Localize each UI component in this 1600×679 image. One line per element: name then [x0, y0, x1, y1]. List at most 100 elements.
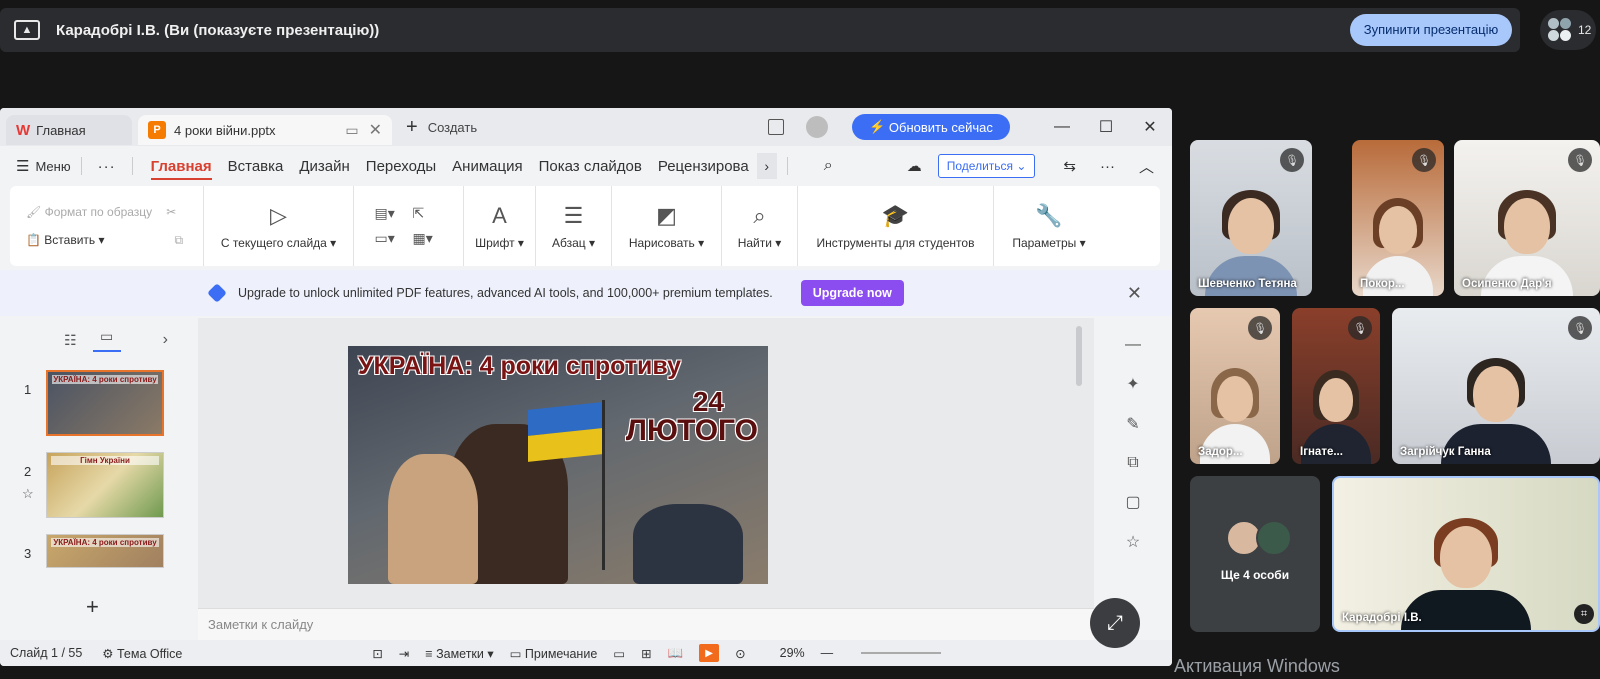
figure-rescuers	[633, 504, 743, 584]
tab-review[interactable]: Рецензирова	[658, 158, 749, 175]
favorite-star-icon[interactable]: ☆	[1126, 532, 1140, 552]
slide-canvas[interactable]: УКРАЇНА: 4 роки спротиву 24 ЛЮТОГО	[198, 318, 1094, 608]
new-slide-icon[interactable]: ▤▾	[375, 205, 405, 222]
export-icon[interactable]: ⇥	[399, 646, 409, 661]
close-window-button[interactable]: ✕	[1128, 117, 1172, 137]
new-tab-button[interactable]: + Создать	[406, 116, 477, 139]
share-button[interactable]: Поделиться ⌄	[937, 154, 1036, 178]
student-tools-label: Инструменты для студентов	[816, 236, 975, 250]
participant-name: Карадобрі І.В.	[1342, 612, 1422, 624]
participant-tile[interactable]: 🎙 Шевченко Тетяна	[1190, 140, 1312, 296]
current-slide[interactable]: УКРАЇНА: 4 роки спротиву 24 ЛЮТОГО	[348, 346, 768, 584]
fit-icon[interactable]: ⊙	[735, 646, 745, 661]
add-slide-icon[interactable]: +	[86, 594, 99, 620]
collapse-icon[interactable]: —	[1125, 336, 1141, 354]
student-tools-button[interactable]: 🎓 Инструменты для студентов	[798, 186, 994, 266]
participants-button[interactable]: 12	[1540, 10, 1596, 50]
tab-animation[interactable]: Анимация	[452, 158, 522, 175]
tab-insert[interactable]: Вставка	[228, 158, 284, 175]
participant-tile[interactable]: 🎙 Осипенко Дар'я	[1454, 140, 1600, 296]
maximize-button[interactable]: ☐	[1084, 117, 1128, 137]
close-tab-icon[interactable]: ✕	[369, 120, 382, 140]
present-screen-icon: ▲	[14, 20, 40, 40]
stop-presenting-button[interactable]: Зупинити презентацію	[1350, 14, 1512, 46]
user-avatar-icon[interactable]	[806, 116, 828, 138]
participant-face	[1467, 358, 1525, 422]
participant-tile[interactable]: 🎙 Ігнате...	[1292, 308, 1380, 464]
more-options-icon[interactable]: ···	[1100, 158, 1115, 175]
sorter-view-icon[interactable]: ⊞	[641, 646, 651, 661]
crop-icon[interactable]: ⌗	[1574, 604, 1594, 624]
tab-slideshow[interactable]: Показ слайдов	[539, 158, 642, 175]
vertical-scrollbar[interactable]	[1076, 326, 1082, 386]
slide-thumbnail[interactable]: УКРАЇНА: 4 роки спротиву	[46, 534, 164, 568]
collapse-ribbon-icon[interactable]: ︿	[1139, 156, 1154, 177]
window-tiles-icon[interactable]	[768, 119, 784, 135]
section-icon[interactable]: ▦▾	[413, 230, 443, 247]
star-icon[interactable]: ☆	[22, 486, 34, 502]
slide-thumbnail[interactable]: Гімн України	[46, 452, 164, 518]
collapse-panel-icon[interactable]: ›	[163, 331, 168, 349]
participant-tile-self[interactable]: Карадобрі І.В. ⌗	[1332, 476, 1600, 632]
zoom-level[interactable]: 29%	[780, 646, 805, 660]
reset-slide-icon[interactable]: ⇱	[413, 205, 443, 222]
comment-toggle[interactable]: ▭ Примечание	[510, 646, 598, 661]
slide-thumbnail[interactable]: УКРАЇНА: 4 роки спротиву	[46, 370, 164, 436]
fullscreen-expand-icon[interactable]: ⤢	[1090, 598, 1140, 648]
notes-toggle[interactable]: ≡ Заметки ▾	[425, 646, 493, 661]
format-painter-button[interactable]: 🖌 Формат по образцу ✂	[26, 198, 176, 226]
normal-view-icon[interactable]: ▭	[613, 646, 625, 661]
zoom-out-icon[interactable]: —	[821, 646, 834, 660]
format-icon[interactable]: ✎	[1126, 414, 1139, 434]
font-button[interactable]: A Шрифт ▾	[464, 186, 536, 266]
zoom-slider[interactable]	[861, 652, 942, 654]
magic-tools-icon[interactable]: ✦	[1126, 374, 1139, 394]
upgrade-now-button[interactable]: Upgrade now	[800, 280, 904, 306]
from-current-slide-button[interactable]: ▷ С текущего слайда ▾	[204, 186, 354, 266]
participant-face	[1313, 370, 1359, 422]
participant-tile[interactable]: 🎙 Покор...	[1352, 140, 1444, 296]
tab-design[interactable]: Дизайн	[299, 158, 349, 175]
tab-home[interactable]: W Главная	[6, 115, 132, 145]
slide-notes-field[interactable]: Заметки к слайду	[198, 608, 1094, 640]
participant-tile[interactable]: 🎙 Загрійчук Ганна	[1392, 308, 1600, 464]
slideshow-play-icon[interactable]: ▶	[699, 644, 720, 662]
tab-transitions[interactable]: Переходы	[366, 158, 436, 175]
cut-icon: ✂	[166, 205, 177, 219]
comment-toggle-icon[interactable]: ⇆	[1063, 157, 1076, 175]
search-icon[interactable]: ⌕	[824, 157, 833, 175]
update-now-button[interactable]: ⚡ Обновить сейчас	[852, 114, 1010, 140]
more-icon[interactable]: ···	[98, 158, 116, 175]
layout-icon[interactable]: ▭▾	[375, 230, 405, 247]
tab-home-ribbon[interactable]: Главная	[150, 158, 212, 180]
participant-tile[interactable]: 🎙 Задор...	[1190, 308, 1280, 464]
transition-icon[interactable]: ⧉	[1127, 454, 1138, 472]
format-painter-icon: 🖌	[26, 205, 45, 219]
tab-file[interactable]: P 4 роки війни.pptx ▭ ✕	[138, 115, 392, 145]
slides-view-icon[interactable]: ▭	[92, 328, 121, 352]
thumbnail-row[interactable]: 2 ☆ Гімн України	[0, 444, 196, 526]
params-label: Параметры	[1012, 236, 1077, 250]
reading-view-icon[interactable]: 📖	[668, 646, 684, 661]
minimize-button[interactable]: —	[1040, 118, 1084, 136]
paragraph-button[interactable]: ☰ Абзац ▾	[536, 186, 612, 266]
main-menu-button[interactable]: ☰ Меню	[16, 157, 71, 175]
outline-view-icon[interactable]: ☷	[64, 332, 77, 349]
chevron-right-icon[interactable]: ›	[756, 153, 777, 179]
cloud-sync-icon[interactable]: ☁	[907, 157, 922, 175]
find-button[interactable]: ⌕ Найти ▾	[722, 186, 798, 266]
screen-icon[interactable]: ▭	[345, 122, 358, 139]
close-banner-icon[interactable]: ✕	[1127, 283, 1142, 304]
theme-label[interactable]: ⚙ Тема Office	[102, 646, 182, 661]
comment-label: Примечание	[524, 646, 598, 661]
slide-sorter-mini-icon[interactable]: ⊡	[372, 646, 382, 661]
comment-icon[interactable]: ▢	[1125, 492, 1140, 512]
params-button[interactable]: 🔧 Параметры ▾	[994, 186, 1104, 266]
draw-button[interactable]: ◩ Нарисовать ▾	[612, 186, 722, 266]
paste-icon: 📋	[26, 233, 45, 247]
paragraph-icon: ☰	[563, 203, 584, 228]
more-participants-tile[interactable]: Ще 4 особи	[1190, 476, 1320, 632]
thumbnail-row[interactable]: 1 УКРАЇНА: 4 роки спротиву	[0, 362, 196, 444]
paste-button[interactable]: 📋 Вставить ▾ ⧉	[26, 226, 183, 254]
from-current-label: С текущего слайда	[220, 236, 327, 250]
